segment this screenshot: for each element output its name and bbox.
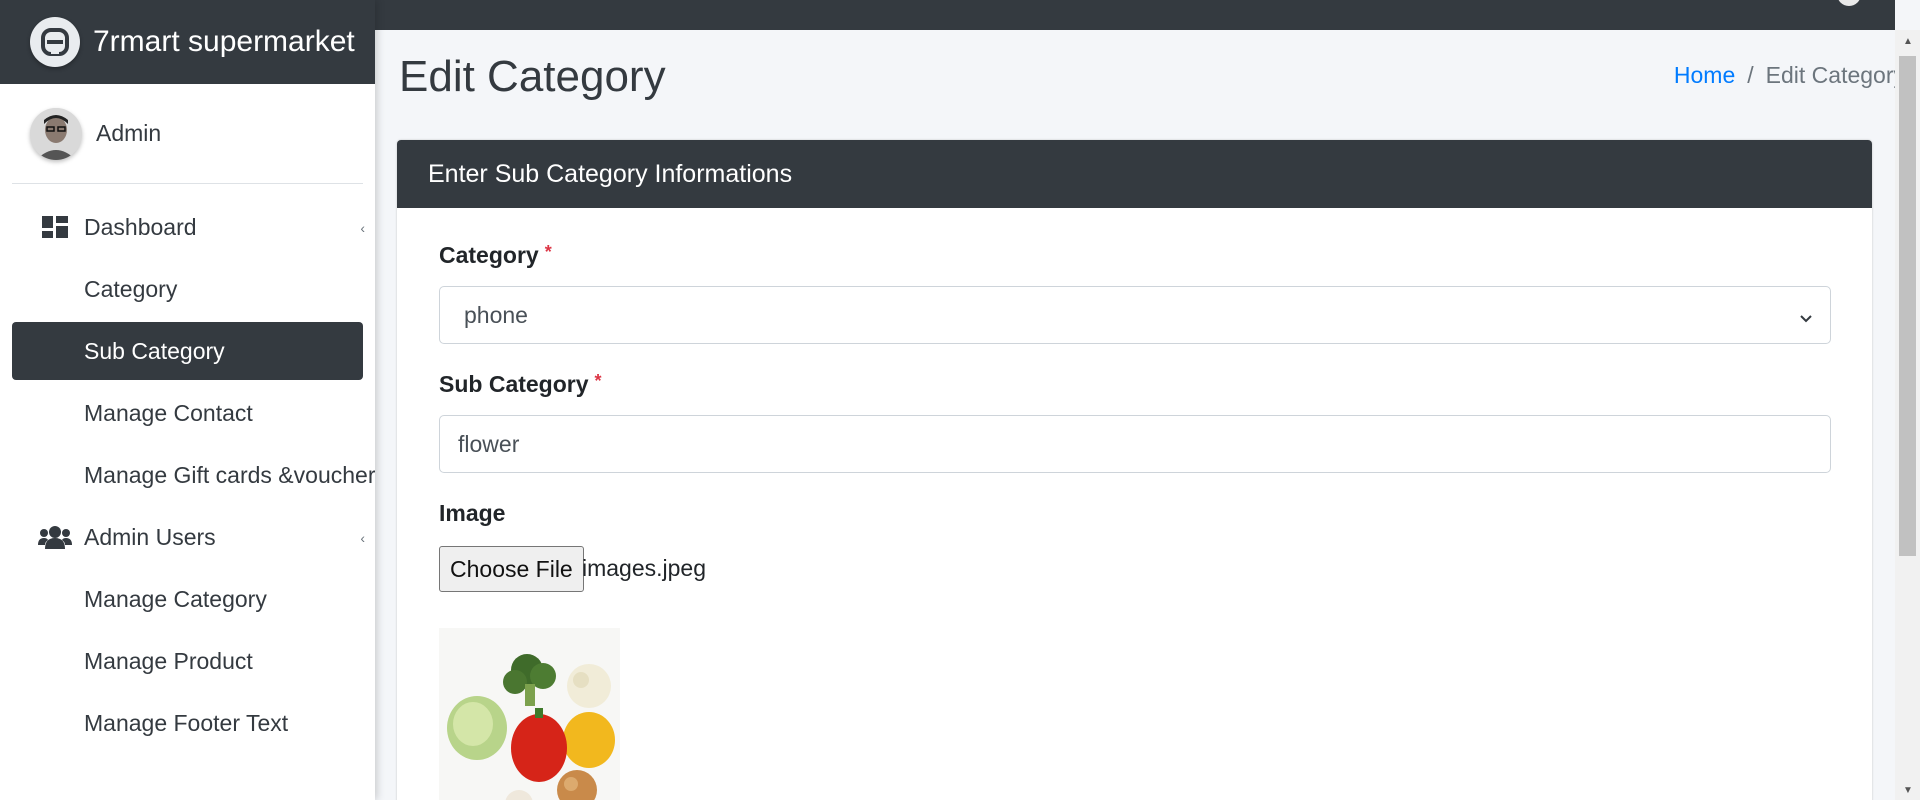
top-navbar <box>375 0 1895 30</box>
users-icon <box>38 525 72 549</box>
breadcrumb: Home / Edit Category <box>1674 62 1905 89</box>
brand-name: 7rmart supermarket <box>93 25 355 58</box>
sidebar-item-manage-footer-text[interactable]: Manage Footer Text <box>12 694 363 752</box>
sidebar-item-manage-gift-cards[interactable]: Manage Gift cards &voucher <box>12 446 375 504</box>
chevron-down-icon <box>1798 305 1814 332</box>
subcategory-label: Sub Category * <box>439 371 602 398</box>
scroll-down-arrow-icon[interactable]: ▼ <box>1903 785 1913 796</box>
scroll-up-arrow-icon[interactable]: ▲ <box>1903 36 1913 47</box>
edit-category-card: Enter Sub Category Informations Category… <box>397 140 1872 800</box>
sidebar-item-category[interactable]: Category <box>12 260 363 318</box>
sidebar-item-label: Manage Product <box>84 647 253 674</box>
sidebar-item-label: Manage Gift cards &voucher <box>84 461 375 488</box>
user-menu-avatar[interactable] <box>1835 0 1863 8</box>
category-select[interactable]: phone <box>439 286 1831 344</box>
subcategory-input[interactable]: flower <box>439 415 1831 473</box>
page-scrollbar[interactable]: ▲ ▼ <box>1895 30 1920 800</box>
sidebar-item-manage-product[interactable]: Manage Product <box>12 632 363 690</box>
scrollbar-thumb[interactable] <box>1899 56 1916 556</box>
sidebar-item-dashboard[interactable]: Dashboard ‹ <box>12 198 365 256</box>
sidebar-item-manage-category[interactable]: Manage Category <box>12 570 363 628</box>
sidebar: 7rmart supermarket Admin Dashboard ‹ Cat… <box>0 0 375 800</box>
dashboard-icon <box>38 216 72 238</box>
sidebar-item-label: Admin Users <box>84 523 216 550</box>
main-content: Edit Category Home / Edit Category Enter S… <box>375 30 1905 800</box>
chevron-left-icon: ‹ <box>360 220 365 236</box>
card-title: Enter Sub Category Informations <box>397 140 1872 208</box>
image-preview <box>439 628 620 800</box>
sidebar-item-manage-contact[interactable]: Manage Contact <box>12 384 363 442</box>
breadcrumb-separator: / <box>1747 62 1754 88</box>
sidebar-item-sub-category[interactable]: Sub Category <box>12 322 363 380</box>
required-marker: * <box>594 371 602 391</box>
image-label: Image <box>439 500 506 526</box>
sidebar-item-label: Category <box>84 275 178 302</box>
sidebar-item-label: Manage Footer Text <box>84 709 289 736</box>
breadcrumb-current: Edit Category <box>1765 62 1905 88</box>
brand-logo-icon <box>30 17 80 67</box>
sidebar-item-label: Manage Contact <box>84 399 253 426</box>
selected-file-name: images.jpeg <box>582 555 707 581</box>
breadcrumb-home-link[interactable]: Home <box>1674 62 1735 88</box>
sidebar-item-label: Manage Category <box>84 585 267 612</box>
page-title: Edit Category <box>399 52 666 101</box>
chevron-left-icon: ‹ <box>360 530 365 546</box>
subcategory-input-value: flower <box>458 430 520 457</box>
user-name[interactable]: Admin <box>96 120 161 147</box>
category-label: Category * <box>439 242 552 269</box>
sidebar-nav: Dashboard ‹ Category Sub Category Manage… <box>0 184 375 752</box>
user-panel[interactable]: Admin <box>12 84 363 184</box>
subcategory-label-text: Sub Category <box>439 371 589 397</box>
brand-link[interactable]: 7rmart supermarket <box>0 0 375 84</box>
category-select-value: phone <box>464 301 528 328</box>
category-label-text: Category <box>439 242 539 268</box>
required-marker: * <box>544 242 552 262</box>
sidebar-item-admin-users[interactable]: Admin Users ‹ <box>12 508 365 566</box>
avatar[interactable] <box>30 107 82 160</box>
sidebar-item-label: Sub Category <box>84 337 225 364</box>
sidebar-item-label: Dashboard <box>84 213 197 240</box>
choose-file-button[interactable]: Choose File <box>439 546 584 592</box>
